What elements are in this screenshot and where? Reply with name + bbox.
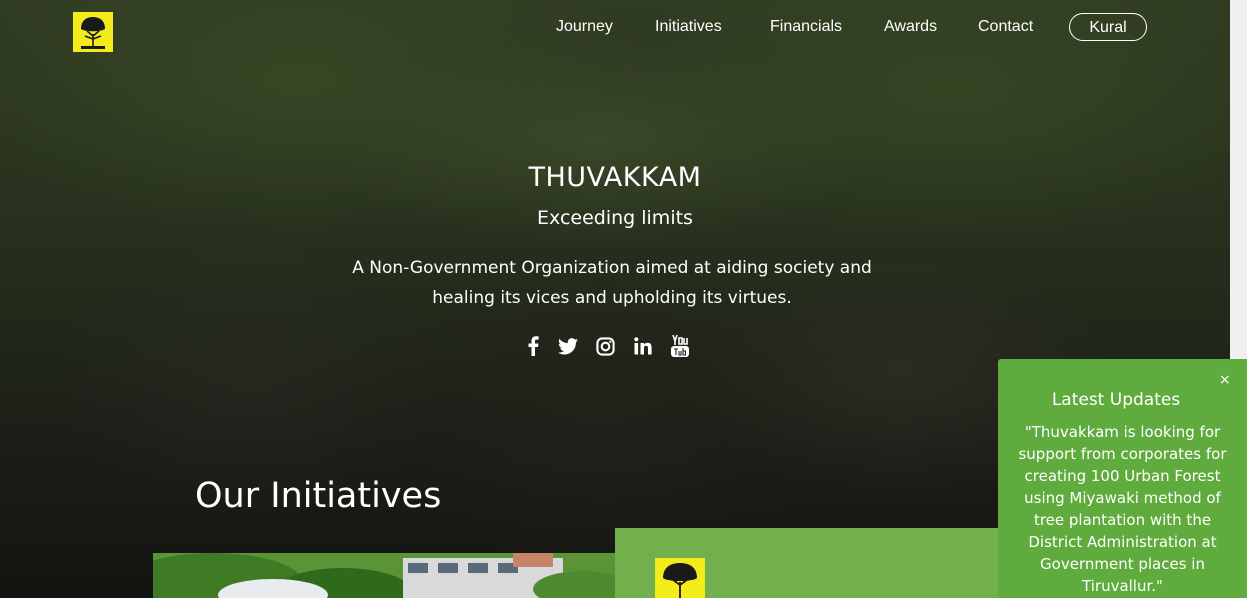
linkedin-icon[interactable]: [630, 334, 656, 358]
youtube-icon[interactable]: [667, 334, 693, 358]
twitter-icon[interactable]: [555, 334, 581, 358]
section-title-initiatives: Our Initiatives: [195, 476, 442, 516]
thuvakkam-logo-icon: [655, 558, 705, 598]
thuvakkam-logo-icon[interactable]: [73, 12, 113, 52]
nav-link-contact[interactable]: Contact: [978, 18, 1033, 36]
hero-title: THUVAKKAM: [528, 162, 702, 193]
facebook-icon[interactable]: [520, 334, 546, 358]
initiative-card[interactable]: [615, 528, 1005, 598]
latest-updates-panel: × Latest Updates "Thuvakkam is looking f…: [998, 359, 1247, 598]
hero-description: A Non-Government Organization aimed at a…: [320, 253, 904, 313]
nav-link-journey[interactable]: Journey: [556, 18, 613, 36]
latest-updates-title: Latest Updates: [1051, 390, 1181, 410]
nav-link-initiatives[interactable]: Initiatives: [655, 18, 722, 36]
hero-description-line: A Non-Government Organization aimed at a…: [352, 258, 872, 278]
latest-updates-text: "Thuvakkam is looking for support from c…: [1018, 423, 1227, 595]
instagram-icon[interactable]: [592, 334, 618, 358]
close-icon[interactable]: ×: [1219, 372, 1231, 388]
initiative-photo[interactable]: [153, 553, 615, 598]
nav-link-financials[interactable]: Financials: [770, 18, 842, 36]
hero-description-line: healing its vices and upholding its virt…: [432, 288, 792, 308]
nav-link-awards[interactable]: Awards: [884, 18, 937, 36]
hero-subtitle: Exceeding limits: [537, 207, 693, 229]
initiative-photo-art: [153, 553, 615, 598]
kural-button[interactable]: Kural: [1069, 13, 1147, 41]
